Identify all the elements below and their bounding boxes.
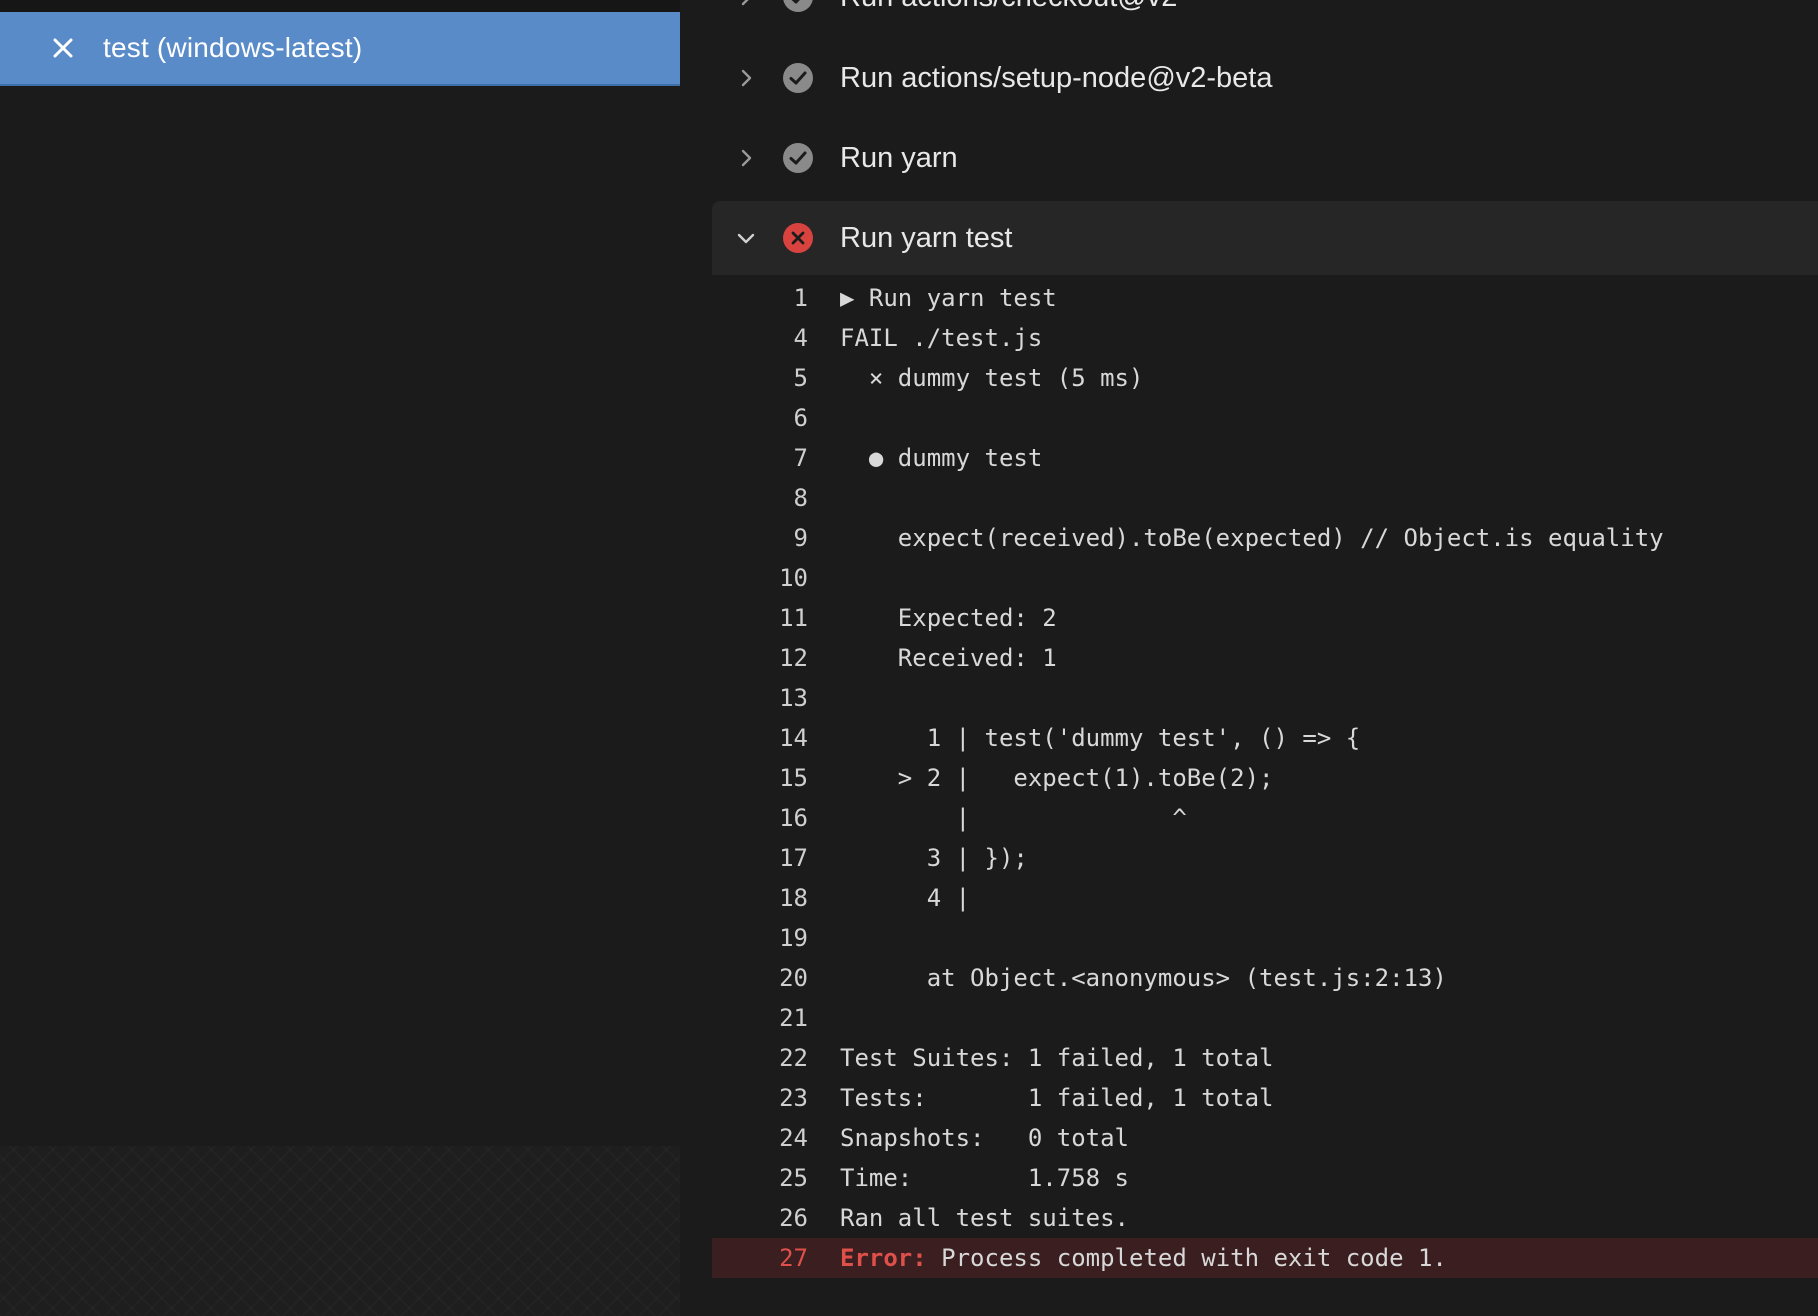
check-circle-icon — [783, 63, 813, 93]
line-number[interactable]: 15 — [712, 758, 808, 798]
line-number[interactable]: 25 — [712, 1158, 808, 1198]
log-line[interactable]: 7 ● dummy test — [712, 438, 1818, 478]
sidebar-background-pattern — [0, 1146, 680, 1316]
log-text: Received: 1 — [840, 644, 1057, 672]
log-line[interactable]: 4 FAIL ./test.js — [712, 318, 1818, 358]
jobs-sidebar: test (windows-latest) — [0, 0, 680, 1316]
line-number[interactable]: 20 — [712, 958, 808, 998]
line-number[interactable]: 6 — [712, 398, 808, 438]
line-number[interactable]: 5 — [712, 358, 808, 398]
line-number[interactable]: 12 — [712, 638, 808, 678]
line-number[interactable]: 24 — [712, 1118, 808, 1158]
line-number[interactable]: 22 — [712, 1038, 808, 1078]
log-text: Time: 1.758 s — [840, 1164, 1129, 1192]
log-line[interactable]: 14 1 | test('dummy test', () => { — [712, 718, 1818, 758]
line-number[interactable]: 27 — [712, 1238, 808, 1278]
line-number[interactable]: 14 — [712, 718, 808, 758]
x-circle-icon — [783, 223, 813, 253]
step-label: Run actions/setup-node@v2-beta — [840, 61, 1273, 94]
log-line[interactable]: 21 — [712, 998, 1818, 1038]
step-label: Run yarn test — [840, 221, 1013, 254]
log-line[interactable]: 9 expect(received).toBe(expected) // Obj… — [712, 518, 1818, 558]
job-label: test (windows-latest) — [103, 32, 363, 63]
step-run-yarn[interactable]: Run yarn — [712, 121, 1818, 195]
log-line[interactable]: 12 Received: 1 — [712, 638, 1818, 678]
log-text: ● dummy test — [840, 444, 1043, 472]
check-circle-icon — [783, 143, 813, 173]
line-number[interactable]: 4 — [712, 318, 808, 358]
log-text: × dummy test (5 ms) — [840, 364, 1144, 392]
chevron-right-icon — [741, 149, 752, 167]
step-setup-node[interactable]: Run actions/setup-node@v2-beta — [712, 41, 1818, 115]
log-line[interactable]: 11 Expected: 2 — [712, 598, 1818, 638]
error-prefix: Error: — [840, 1244, 927, 1272]
step-checkout[interactable]: Run actions/checkout@v2 — [712, 0, 1818, 34]
chevron-right-icon — [741, 69, 752, 87]
log-line[interactable]: 6 — [712, 398, 1818, 438]
chevron-down-icon — [737, 233, 755, 244]
log-text: > 2 | expect(1).toBe(2); — [840, 764, 1274, 792]
log-line[interactable]: 19 — [712, 918, 1818, 958]
log-text: 4 | — [840, 884, 971, 912]
line-number[interactable]: 10 — [712, 558, 808, 598]
log-text: | ^ — [840, 804, 1187, 832]
log-text: ▶ Run yarn test — [840, 284, 1057, 312]
log-line[interactable]: 13 — [712, 678, 1818, 718]
log-line[interactable]: 8 — [712, 478, 1818, 518]
log-text: Ran all test suites. — [840, 1204, 1129, 1232]
step-label: Run actions/checkout@v2 — [840, 0, 1177, 14]
log-line[interactable]: 25 Time: 1.758 s — [712, 1158, 1818, 1198]
line-number[interactable]: 17 — [712, 838, 808, 878]
log-text: expect(received).toBe(expected) // Objec… — [840, 524, 1664, 552]
log-text: Snapshots: 0 total — [840, 1124, 1129, 1152]
close-icon — [53, 38, 73, 58]
line-number[interactable]: 9 — [712, 518, 808, 558]
step-log-output: 1 ▶ Run yarn test 4 FAIL ./test.js 5 × dummy… — [712, 278, 1818, 1278]
line-number[interactable]: 8 — [712, 478, 808, 518]
log-text: 1 | test('dummy test', () => { — [840, 724, 1361, 752]
log-text: at Object.<anonymous> (test.js:2:13) — [840, 964, 1447, 992]
error-message: Process completed with exit code 1. — [926, 1244, 1447, 1272]
line-number[interactable]: 16 — [712, 798, 808, 838]
line-number[interactable]: 13 — [712, 678, 808, 718]
log-panel: Run actions/checkout@v2 Run actions/setu… — [712, 0, 1818, 1316]
log-text: FAIL ./test.js — [840, 324, 1043, 352]
log-text: Expected: 2 — [840, 604, 1057, 632]
line-number[interactable]: 21 — [712, 998, 808, 1038]
sidebar-top-edge — [0, 0, 680, 12]
log-line[interactable]: 17 3 | }); — [712, 838, 1818, 878]
log-line[interactable]: 20 at Object.<anonymous> (test.js:2:13) — [712, 958, 1818, 998]
line-number[interactable]: 23 — [712, 1078, 808, 1118]
log-line[interactable]: 22 Test Suites: 1 failed, 1 total — [712, 1038, 1818, 1078]
check-circle-icon — [783, 0, 813, 12]
log-line-error[interactable]: 27 Error: Process completed with exit cod… — [712, 1238, 1818, 1278]
step-label: Run yarn — [840, 141, 958, 174]
log-line[interactable]: 18 4 | — [712, 878, 1818, 918]
step-run-yarn-test[interactable]: Run yarn test — [712, 201, 1818, 275]
log-text: Error: Process completed with exit code … — [840, 1238, 1447, 1278]
log-line[interactable]: 10 — [712, 558, 1818, 598]
log-text: Test Suites: 1 failed, 1 total — [840, 1044, 1274, 1072]
log-text: 3 | }); — [840, 844, 1028, 872]
log-line[interactable]: 24 Snapshots: 0 total — [712, 1118, 1818, 1158]
chevron-right-icon — [741, 0, 749, 6]
line-number[interactable]: 1 — [712, 278, 808, 318]
line-number[interactable]: 7 — [712, 438, 808, 478]
log-line[interactable]: 15 > 2 | expect(1).toBe(2); — [712, 758, 1818, 798]
log-line[interactable]: 1 ▶ Run yarn test — [712, 278, 1818, 318]
log-line[interactable]: 5 × dummy test (5 ms) — [712, 358, 1818, 398]
line-number[interactable]: 11 — [712, 598, 808, 638]
job-item-test-windows-latest[interactable]: test (windows-latest) — [0, 12, 680, 86]
log-line[interactable]: 23 Tests: 1 failed, 1 total — [712, 1078, 1818, 1118]
log-line[interactable]: 26 Ran all test suites. — [712, 1198, 1818, 1238]
line-number[interactable]: 19 — [712, 918, 808, 958]
log-line[interactable]: 16 | ^ — [712, 798, 1818, 838]
log-text: Tests: 1 failed, 1 total — [840, 1084, 1274, 1112]
line-number[interactable]: 26 — [712, 1198, 808, 1238]
line-number[interactable]: 18 — [712, 878, 808, 918]
